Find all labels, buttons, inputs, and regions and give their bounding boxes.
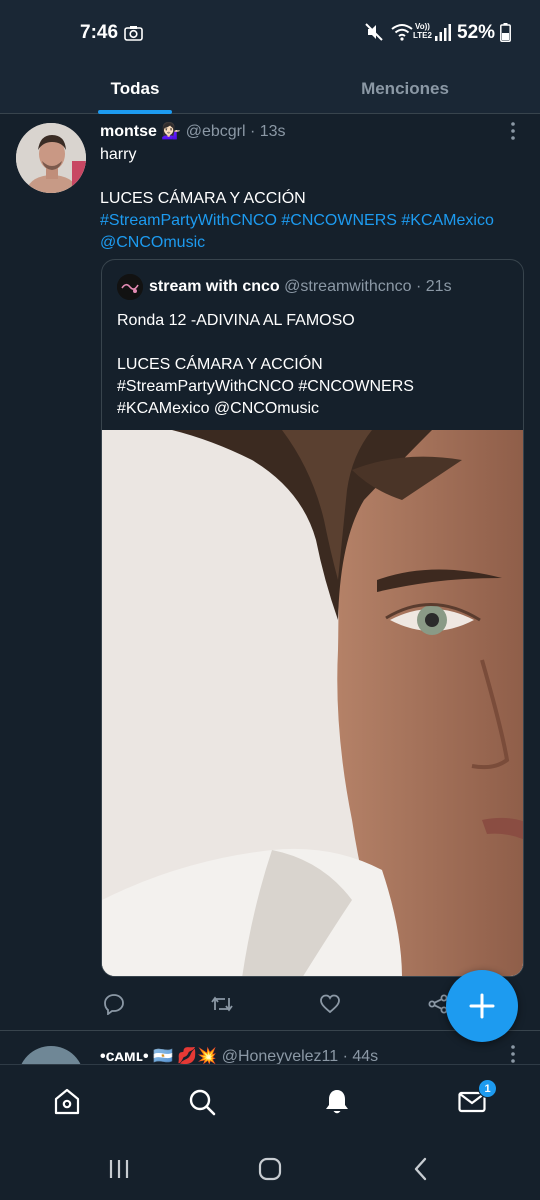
camera-icon (124, 26, 143, 41)
volte-top-label: Vo)) (415, 22, 430, 31)
compose-tweet-button[interactable] (446, 970, 518, 1042)
tab-mentions-label: Menciones (361, 79, 449, 98)
next-author-name[interactable]: •ᴄᴀᴍʟ• 🇦🇷 💋💥 (100, 1048, 217, 1064)
mention-link[interactable]: @CNCOmusic (100, 232, 530, 254)
quote-avatar (117, 274, 143, 300)
system-navigation-bar (0, 1136, 540, 1200)
quote-media-image[interactable] (102, 430, 523, 976)
home-button-icon[interactable] (257, 1156, 283, 1182)
author-handle: @ebcgrl · 13s (185, 123, 286, 140)
more-options-icon[interactable] (508, 1044, 518, 1064)
search-icon[interactable] (187, 1087, 217, 1117)
recent-apps-icon[interactable] (106, 1156, 132, 1182)
volte-indicator: Vo)) LTE2 (413, 22, 432, 40)
next-tweet-header: •ᴄᴀᴍʟ• 🇦🇷 💋💥 @Honeyvelez11 · 44s (100, 1046, 378, 1064)
notifications-bell-icon[interactable] (322, 1087, 352, 1117)
battery-icon (500, 23, 511, 42)
status-time: 7:46 (80, 22, 119, 43)
reply-icon[interactable] (103, 993, 125, 1015)
quote-text-line: #StreamPartyWithCNCO #CNCOWNERS (117, 378, 414, 395)
quote-text-line: LUCES CÁMARA Y ACCIÓN (117, 356, 323, 373)
quoted-tweet[interactable]: stream with cnco @streamwithcnco · 21s R… (101, 259, 524, 977)
active-tab-indicator (98, 110, 172, 114)
next-tweet-avatar[interactable] (18, 1046, 84, 1064)
quote-header: stream with cnco @streamwithcnco · 21s (149, 278, 452, 296)
tweet[interactable]: montse 💁🏻‍♀️ @ebcgrl · 13s harry LUCES C… (0, 115, 540, 1031)
plus-icon (469, 993, 495, 1019)
quote-author-handle: @streamwithcnco · 21s (284, 278, 452, 295)
quote-text-line: #KCAMexico @CNCOmusic (117, 400, 320, 417)
battery-percent: 52% (457, 22, 496, 43)
tab-mentions[interactable]: Menciones (270, 64, 540, 114)
quote-blank-line (117, 332, 517, 354)
tweet-header: montse 💁🏻‍♀️ @ebcgrl · 13s (100, 121, 286, 141)
author-name[interactable]: montse 💁🏻‍♀️ (100, 123, 181, 140)
volte-bottom-label: LTE2 (413, 31, 432, 40)
bottom-navigation: 1 (0, 1064, 540, 1136)
tweet-text-line: LUCES CÁMARA Y ACCIÓN (100, 190, 306, 207)
next-tweet[interactable]: •ᴄᴀᴍʟ• 🇦🇷 💋💥 @Honeyvelez11 · 44s (0, 1032, 540, 1064)
avatar[interactable] (16, 123, 86, 193)
more-options-icon[interactable] (508, 121, 518, 141)
quote-author-name: stream with cnco (149, 278, 280, 295)
tab-all[interactable]: Todas (0, 64, 270, 114)
tweet-text: harry LUCES CÁMARA Y ACCIÓN #StreamParty… (100, 144, 530, 254)
status-bar: 7:46 Vo)) LTE2 52% (0, 0, 540, 64)
like-icon[interactable] (319, 993, 341, 1015)
next-author-handle: @Honeyvelez11 · 44s (221, 1048, 379, 1064)
quote-text-line: Ronda 12 -ADIVINA AL FAMOSO (117, 312, 355, 329)
messages-badge: 1 (478, 1079, 497, 1098)
home-icon[interactable] (52, 1087, 82, 1117)
hashtag-links[interactable]: #StreamPartyWithCNCO #CNCOWNERS #KCAMexi… (100, 210, 530, 232)
retweet-icon[interactable] (211, 993, 233, 1015)
wifi-icon (391, 24, 413, 41)
notification-tabs: Todas Menciones (0, 64, 540, 114)
tab-all-label: Todas (110, 79, 160, 98)
quote-text: Ronda 12 -ADIVINA AL FAMOSO LUCES CÁMARA… (117, 310, 517, 420)
mute-icon (365, 23, 383, 41)
back-icon[interactable] (408, 1156, 434, 1182)
signal-icon (435, 24, 451, 41)
tweet-text-line: harry (100, 146, 137, 163)
